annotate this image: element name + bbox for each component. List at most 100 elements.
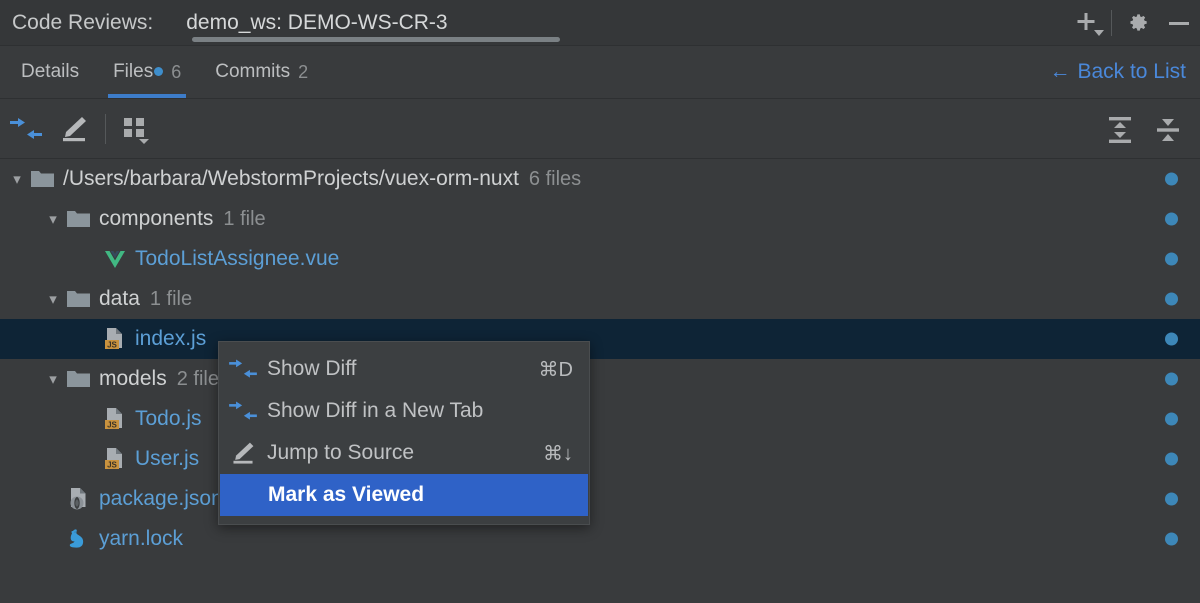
toolbar-show-diff-button[interactable] — [2, 105, 50, 153]
tab-commits-count: 2 — [298, 62, 308, 83]
svg-text:JS: JS — [107, 460, 117, 469]
collapse-all-icon — [1152, 114, 1184, 144]
folder-icon — [28, 168, 58, 190]
context-menu-item-label: Jump to Source — [267, 441, 543, 465]
tab-files-label: Files — [113, 61, 153, 83]
chevron-down-icon[interactable]: ▾ — [42, 370, 64, 388]
chevron-down-icon — [1093, 29, 1105, 37]
changed-files-tree: ▾ /Users/barbara/WebstormProjects/vuex-o… — [0, 159, 1200, 603]
review-tab-active[interactable]: demo_ws: DEMO-WS-CR-3 — [186, 11, 447, 35]
context-menu-item-mark-as-viewed[interactable]: Mark as Viewed — [220, 474, 588, 516]
tree-row-label: models — [99, 367, 167, 391]
chevron-down-icon[interactable]: ▾ — [6, 170, 28, 188]
tabs-row: Details Files 6 Commits 2 ← Back to List — [0, 46, 1200, 99]
tab-details-label: Details — [21, 61, 79, 83]
titlebar-separator — [1111, 10, 1112, 36]
chevron-down-icon[interactable]: ▾ — [42, 290, 64, 308]
back-arrow-icon: ← — [1049, 60, 1070, 84]
tree-row-file-todolistassignee-vue[interactable]: TodoListAssignee.vue — [0, 239, 1200, 279]
show-diff-icon — [9, 114, 43, 144]
jump-to-source-icon — [58, 114, 90, 144]
tree-row-label: yarn.lock — [99, 527, 183, 551]
file-status-dot — [1165, 213, 1178, 226]
show-diff-icon — [219, 398, 267, 424]
file-status-dot — [1165, 413, 1178, 426]
vue-file-icon — [100, 248, 130, 270]
back-to-list-link[interactable]: ← Back to List — [1049, 46, 1186, 98]
collapse-all-button[interactable] — [1144, 105, 1192, 153]
svg-text:JS: JS — [107, 420, 117, 429]
tree-row-label: TodoListAssignee.vue — [135, 247, 339, 271]
tab-files[interactable]: Files 6 — [96, 46, 198, 98]
yarn-file-icon — [64, 527, 94, 551]
toolbar-separator — [105, 114, 106, 144]
context-menu-item-shortcut: ⌘D — [539, 357, 573, 382]
file-status-dot — [1165, 173, 1178, 186]
context-menu-item-shortcut: ⌘↓ — [543, 441, 573, 466]
tree-row-count: 6 files — [529, 168, 581, 191]
chevron-down-icon[interactable]: ▾ — [42, 210, 64, 228]
tree-row-folder-components[interactable]: ▾ components 1 file — [0, 199, 1200, 239]
json-file-icon — [64, 487, 94, 511]
tab-details[interactable]: Details — [4, 46, 96, 98]
tab-commits[interactable]: Commits 2 — [198, 46, 325, 98]
js-file-icon: JS — [100, 447, 130, 471]
file-status-dot — [1165, 333, 1178, 346]
context-menu-item-show-diff[interactable]: Show Diff ⌘D — [219, 348, 589, 390]
tree-row-file-yarn-lock[interactable]: yarn.lock — [0, 519, 1200, 559]
file-status-dot — [1165, 253, 1178, 266]
show-diff-icon — [219, 356, 267, 382]
expand-all-button[interactable] — [1096, 105, 1144, 153]
tree-row-label: User.js — [135, 447, 199, 471]
jump-to-source-icon — [219, 440, 267, 466]
review-tab-underline — [192, 37, 560, 42]
minimize-icon — [1165, 9, 1193, 37]
file-status-dot — [1165, 293, 1178, 306]
file-status-dot — [1165, 373, 1178, 386]
file-context-menu: Show Diff ⌘D Show Diff in a New Tab — [218, 341, 590, 525]
folder-icon — [64, 288, 94, 310]
svg-text:JS: JS — [107, 340, 117, 349]
context-menu-item-label: Mark as Viewed — [268, 483, 572, 507]
title-bar-actions — [1065, 0, 1200, 45]
context-menu-item-label: Show Diff in a New Tab — [267, 399, 573, 423]
tree-row-label: package.json — [99, 487, 223, 511]
unviewed-indicator-dot — [154, 67, 163, 76]
toolbar-jump-to-source-button[interactable] — [50, 105, 98, 153]
tree-row-label: data — [99, 287, 140, 311]
tree-row-file-todo-js[interactable]: JS Todo.js — [0, 399, 1200, 439]
tree-row-folder-data[interactable]: ▾ data 1 file — [0, 279, 1200, 319]
context-menu-item-jump-to-source[interactable]: Jump to Source ⌘↓ — [219, 432, 589, 474]
tree-row-label: index.js — [135, 327, 206, 351]
tree-row-file-package-json[interactable]: package.json — [0, 479, 1200, 519]
tree-row-root-folder[interactable]: ▾ /Users/barbara/WebstormProjects/vuex-o… — [0, 159, 1200, 199]
tool-window-title: Code Reviews: — [12, 11, 153, 35]
tree-row-file-index-js[interactable]: JS index.js — [0, 319, 1200, 359]
files-toolbar — [0, 99, 1200, 159]
folder-icon — [64, 208, 94, 230]
context-menu-item-show-diff-new-tab[interactable]: Show Diff in a New Tab — [219, 390, 589, 432]
file-status-dot — [1165, 533, 1178, 546]
tree-row-label: Todo.js — [135, 407, 202, 431]
minimize-button[interactable] — [1158, 0, 1200, 45]
toolbar-right-actions — [1096, 99, 1192, 158]
group-by-icon — [121, 114, 153, 144]
context-menu-item-label: Show Diff — [267, 357, 539, 381]
tree-row-count: 1 file — [223, 208, 265, 231]
back-to-list-label: Back to List — [1077, 60, 1186, 84]
tree-row-label: components — [99, 207, 213, 231]
js-file-icon: JS — [100, 327, 130, 351]
tree-row-folder-models[interactable]: ▾ models 2 files — [0, 359, 1200, 399]
tree-row-label: /Users/barbara/WebstormProjects/vuex-orm… — [63, 167, 519, 191]
gear-icon — [1123, 9, 1151, 37]
js-file-icon: JS — [100, 407, 130, 431]
tab-files-count: 6 — [171, 62, 181, 83]
toolbar-group-by-button[interactable] — [113, 105, 161, 153]
expand-all-icon — [1104, 114, 1136, 144]
title-bar: Code Reviews: demo_ws: DEMO-WS-CR-3 — [0, 0, 1200, 46]
add-review-button[interactable] — [1065, 0, 1107, 45]
file-status-dot — [1165, 493, 1178, 506]
settings-button[interactable] — [1116, 0, 1158, 45]
tree-row-file-user-js[interactable]: JS User.js — [0, 439, 1200, 479]
folder-icon — [64, 368, 94, 390]
